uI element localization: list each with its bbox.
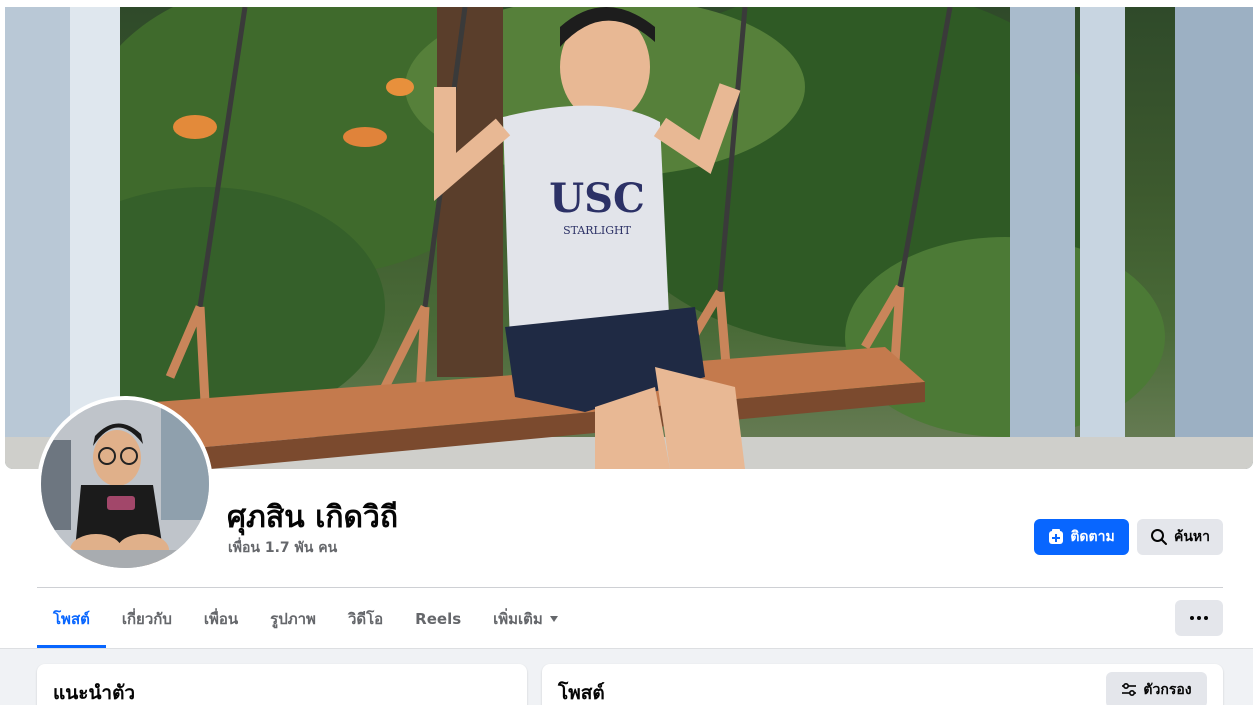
cover-photo-illustration: USC STARLIGHT	[5, 7, 1253, 469]
avatar-image	[41, 400, 209, 568]
posts-card-title: โพสต์	[558, 682, 605, 704]
tab-more[interactable]: เพิ่มเติม	[477, 590, 575, 648]
follow-button-label: ติดตาม	[1070, 529, 1115, 545]
profile-tabs: โพสต์ เกี่ยวกับ เพื่อน รูปภาพ วิดีโอ Ree…	[37, 590, 575, 648]
search-icon	[1150, 529, 1167, 545]
shirt-print-text: USC	[549, 175, 645, 222]
tab-friends[interactable]: เพื่อน	[188, 590, 254, 648]
profile-avatar[interactable]	[37, 396, 213, 572]
caret-down-icon	[549, 616, 558, 622]
follow-button[interactable]: ติดตาม	[1034, 519, 1129, 555]
filter-sliders-icon	[1122, 683, 1137, 697]
tab-about[interactable]: เกี่ยวกับ	[106, 590, 188, 648]
posts-card: โพสต์ ตัวกรอง	[542, 664, 1223, 705]
avatar-illustration	[41, 400, 209, 568]
tab-label: วิดีโอ	[347, 610, 384, 628]
tab-label: เกี่ยวกับ	[121, 610, 172, 628]
profile-divider	[37, 587, 1223, 588]
search-button-label: ค้นหา	[1173, 529, 1211, 545]
tab-posts[interactable]: โพสต์	[37, 590, 106, 648]
friends-count-link[interactable]: เพื่อน 1.7 พัน คน	[228, 537, 337, 559]
more-dots-icon	[1197, 616, 1201, 620]
search-button[interactable]: ค้นหา	[1137, 519, 1223, 555]
shirt-print-subtext: STARLIGHT	[563, 224, 632, 237]
tab-reels[interactable]: Reels	[399, 590, 477, 648]
tab-label: รูปภาพ	[270, 610, 316, 628]
profile-name: ศุภสิน เกิดวิถี	[227, 500, 398, 535]
intro-card: แนะนำตัว	[37, 664, 527, 705]
more-dots-icon	[1204, 616, 1208, 620]
more-dots-icon	[1190, 616, 1194, 620]
tab-label: Reels	[415, 610, 462, 628]
tab-videos[interactable]: วิดีโอ	[332, 590, 399, 648]
cover-photo[interactable]: USC STARLIGHT	[5, 7, 1253, 469]
tab-photos[interactable]: รูปภาพ	[254, 590, 332, 648]
filter-button[interactable]: ตัวกรอง	[1106, 672, 1207, 705]
tab-label: เพิ่มเติม	[493, 610, 543, 628]
more-options-button[interactable]	[1175, 600, 1223, 636]
follow-plus-icon	[1049, 529, 1064, 544]
filter-button-label: ตัวกรอง	[1143, 682, 1192, 698]
intro-card-title: แนะนำตัว	[53, 682, 136, 704]
tab-label: โพสต์	[53, 610, 90, 628]
tab-label: เพื่อน	[203, 610, 239, 628]
